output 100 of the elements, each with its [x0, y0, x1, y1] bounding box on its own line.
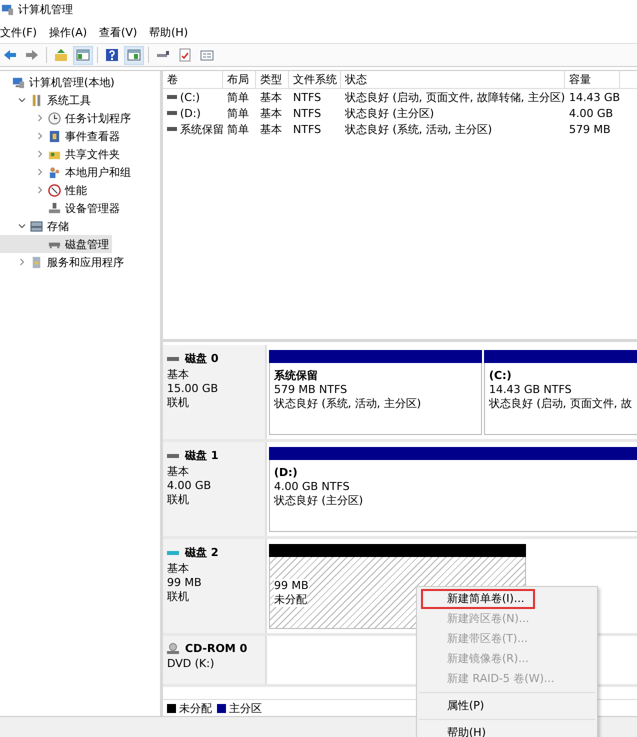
disk-status: 联机 — [167, 493, 189, 507]
device-icon — [48, 202, 61, 214]
cd-drive-icon — [167, 642, 179, 654]
window-title: 计算机管理 — [18, 2, 73, 16]
legend-label: 主分区 — [229, 700, 262, 716]
chevron-right-icon[interactable] — [36, 150, 44, 158]
partition-name: (C:) — [489, 369, 512, 383]
partition-name: 系统保留 — [274, 369, 318, 383]
menu-item[interactable]: 帮助(H) — [149, 24, 188, 40]
disk-label-panel[interactable]: CD-ROM 0 DVD (K:) — [163, 636, 267, 684]
chevron-down-icon[interactable] — [18, 96, 26, 104]
tree-item[interactable]: 共享文件夹 — [0, 145, 123, 163]
forward-arrow-icon — [25, 48, 39, 62]
chevron-right-icon[interactable] — [36, 186, 44, 194]
partition-status: 状态良好 (主分区) — [274, 494, 364, 508]
menu-item[interactable]: 属性(P) — [417, 696, 597, 716]
menu-item[interactable]: 文件(F) — [0, 24, 37, 40]
table-cell-text: 简单 — [226, 90, 250, 104]
checked-document-icon — [178, 48, 192, 62]
tools-icon — [30, 94, 43, 106]
list-icon — [200, 48, 214, 62]
partition-size: 99 MB — [274, 579, 309, 593]
disk-size: 15.00 GB — [167, 382, 218, 396]
partition-name: (D:) — [274, 466, 298, 480]
table-cell: (C:) — [180, 90, 200, 104]
clock-icon — [48, 112, 61, 124]
disk-label-panel[interactable]: 磁盘 0 基本 15.00 GB 联机 — [163, 345, 267, 439]
disk-name: 磁盘 1 — [185, 448, 218, 463]
partition-status: 未分配 — [274, 593, 307, 607]
drive-icon — [167, 127, 177, 131]
disk-size: 4.00 GB — [167, 479, 212, 493]
table-cell-text: NTFS — [292, 90, 322, 104]
partition-size: 14.43 GB NTFS — [489, 383, 572, 397]
table-cell: 系统保留 — [180, 122, 224, 136]
table-cell-text: 状态良好 (主分区) — [344, 106, 436, 120]
disk-name: CD-ROM 0 — [185, 642, 248, 655]
disk-type: DVD (K:) — [167, 657, 214, 671]
legend-label: 未分配 — [179, 700, 212, 716]
menu-item[interactable]: 查看(V) — [99, 24, 138, 40]
tree-item[interactable]: 性能 — [0, 181, 90, 199]
toolbar-button[interactable] — [124, 46, 144, 64]
computer-icon — [12, 76, 25, 88]
menu-item[interactable]: 操作(A) — [48, 24, 88, 40]
tree-item[interactable]: 计算机管理(本地) — [0, 73, 118, 91]
table-cell-text: 简单 — [226, 122, 250, 136]
panel-icon — [76, 48, 90, 62]
tree-item[interactable]: 存储 — [0, 217, 72, 235]
table-cell-text: 简单 — [226, 106, 250, 120]
table-cell-text: 状态良好 (系统, 活动, 主分区) — [344, 122, 494, 136]
storage-icon — [30, 220, 43, 232]
users-icon — [48, 166, 61, 178]
chevron-right-icon[interactable] — [36, 132, 44, 140]
table-cell-text: 状态良好 (启动, 页面文件, 故障转储, 主分区) — [344, 90, 565, 104]
disk-type: 基本 — [167, 368, 189, 382]
tree-item[interactable]: 系统工具 — [0, 91, 94, 109]
tree-item[interactable]: 磁盘管理 — [0, 235, 112, 253]
drive-icon — [167, 111, 177, 115]
chevron-right-icon[interactable] — [18, 258, 26, 266]
column-header[interactable]: 类型 — [256, 71, 289, 88]
panel-icon — [127, 48, 141, 62]
table-cell-text: NTFS — [292, 122, 322, 136]
chevron-down-icon[interactable] — [18, 222, 26, 230]
partition-status: 状态良好 (系统, 活动, 主分区) — [274, 397, 422, 411]
disk-type: 基本 — [167, 465, 189, 479]
disk-size: 99 MB — [167, 576, 202, 590]
chevron-right-icon[interactable] — [36, 168, 44, 176]
disk-label-panel[interactable]: 磁盘 1 基本 4.00 GB 联机 — [163, 442, 267, 536]
column-header[interactable]: 卷 — [163, 71, 223, 88]
disk-status: 联机 — [167, 590, 189, 604]
folder-up-icon — [54, 48, 68, 62]
table-cell-text: 基本 — [259, 90, 283, 104]
table-cell-text: NTFS — [292, 106, 322, 120]
partition-status: 状态良好 (启动, 页面文件, 故 — [489, 397, 632, 411]
table-cell: (D:) — [180, 106, 201, 120]
column-header[interactable]: 状态 — [341, 71, 565, 88]
services-icon — [30, 256, 43, 268]
computer-icon — [1, 2, 14, 16]
table-cell-text: 579 MB — [568, 122, 612, 136]
tree-item[interactable]: 服务和应用程序 — [0, 253, 127, 271]
disk-name: 磁盘 2 — [185, 545, 218, 560]
disk-name: 磁盘 0 — [185, 351, 218, 366]
tree-item[interactable]: 事件查看器 — [0, 127, 123, 145]
drive-icon — [167, 95, 177, 99]
tree-item[interactable]: 设备管理器 — [0, 199, 123, 217]
table-cell-text: 14.43 GB — [568, 90, 620, 104]
tree-item[interactable]: 任务计划程序 — [0, 109, 134, 127]
table-cell-text: 基本 — [259, 122, 283, 136]
column-header[interactable]: 布局 — [223, 71, 256, 88]
help-icon — [105, 48, 119, 62]
partition-size: 4.00 GB NTFS — [274, 480, 350, 494]
tree-item[interactable]: 本地用户和组 — [0, 163, 134, 181]
event-log-icon — [48, 130, 61, 142]
table-cell-text: 4.00 GB — [568, 106, 614, 120]
column-header[interactable]: 容量 — [565, 71, 620, 88]
chevron-right-icon[interactable] — [36, 114, 44, 122]
toolbar-button[interactable] — [73, 46, 93, 64]
back-arrow-icon — [3, 48, 17, 62]
disk-label-panel[interactable]: 磁盘 2 基本 99 MB 联机 — [163, 539, 267, 633]
disk-status: 联机 — [167, 396, 189, 410]
column-header[interactable]: 文件系统 — [289, 71, 341, 88]
